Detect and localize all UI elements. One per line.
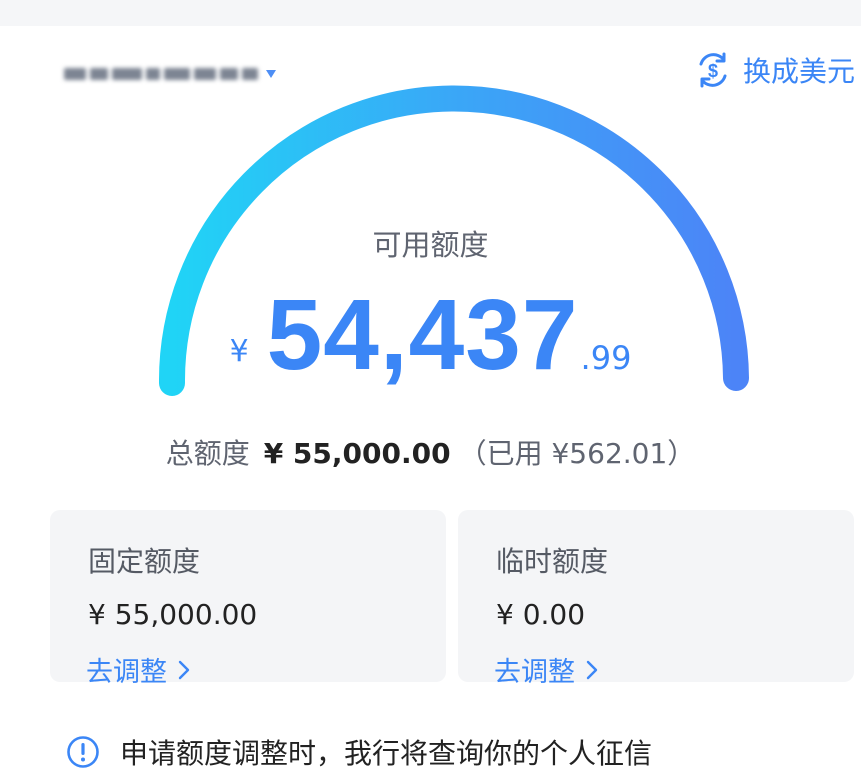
total-credit-value: ¥ 55,000.00 [263, 437, 451, 470]
info-circle-icon [67, 736, 99, 768]
temporary-credit-card: 临时额度 ¥ 0.00 去调整 [458, 510, 854, 688]
used-credit-text: （已用 ¥562.01） [458, 437, 696, 470]
chevron-right-icon [178, 660, 190, 679]
fixed-credit-title: 固定额度 [88, 545, 201, 578]
currency-symbol: ¥ [229, 334, 249, 369]
adjust-fixed-credit-label: 去调整 [86, 657, 167, 688]
available-amount-integer: 54,437 [266, 279, 579, 391]
chevron-right-icon [586, 660, 598, 679]
credit-inquiry-notice: 申请额度调整时，我行将查询你的个人征信 [66, 732, 652, 772]
available-credit-amount: ¥54,437.99 [0, 278, 861, 393]
notice-text: 申请额度调整时，我行将查询你的个人征信 [120, 737, 653, 770]
adjust-temporary-credit-label: 去调整 [494, 657, 575, 688]
total-credit-row: 总额度 ¥ 55,000.00 （已用 ¥562.01） [0, 432, 861, 472]
temporary-credit-value: ¥ 0.00 [496, 598, 586, 631]
total-credit-label: 总额度 [165, 437, 250, 470]
adjust-fixed-credit-link[interactable]: 去调整 [86, 650, 191, 689]
fixed-credit-value: ¥ 55,000.00 [88, 598, 258, 631]
fixed-credit-card: 固定额度 ¥ 55,000.00 去调整 [50, 510, 446, 688]
temporary-credit-title: 临时额度 [496, 545, 609, 578]
adjust-temporary-credit-link[interactable]: 去调整 [494, 650, 599, 689]
available-amount-decimal: .99 [580, 339, 632, 377]
available-credit-label: 可用额度 [372, 228, 489, 262]
